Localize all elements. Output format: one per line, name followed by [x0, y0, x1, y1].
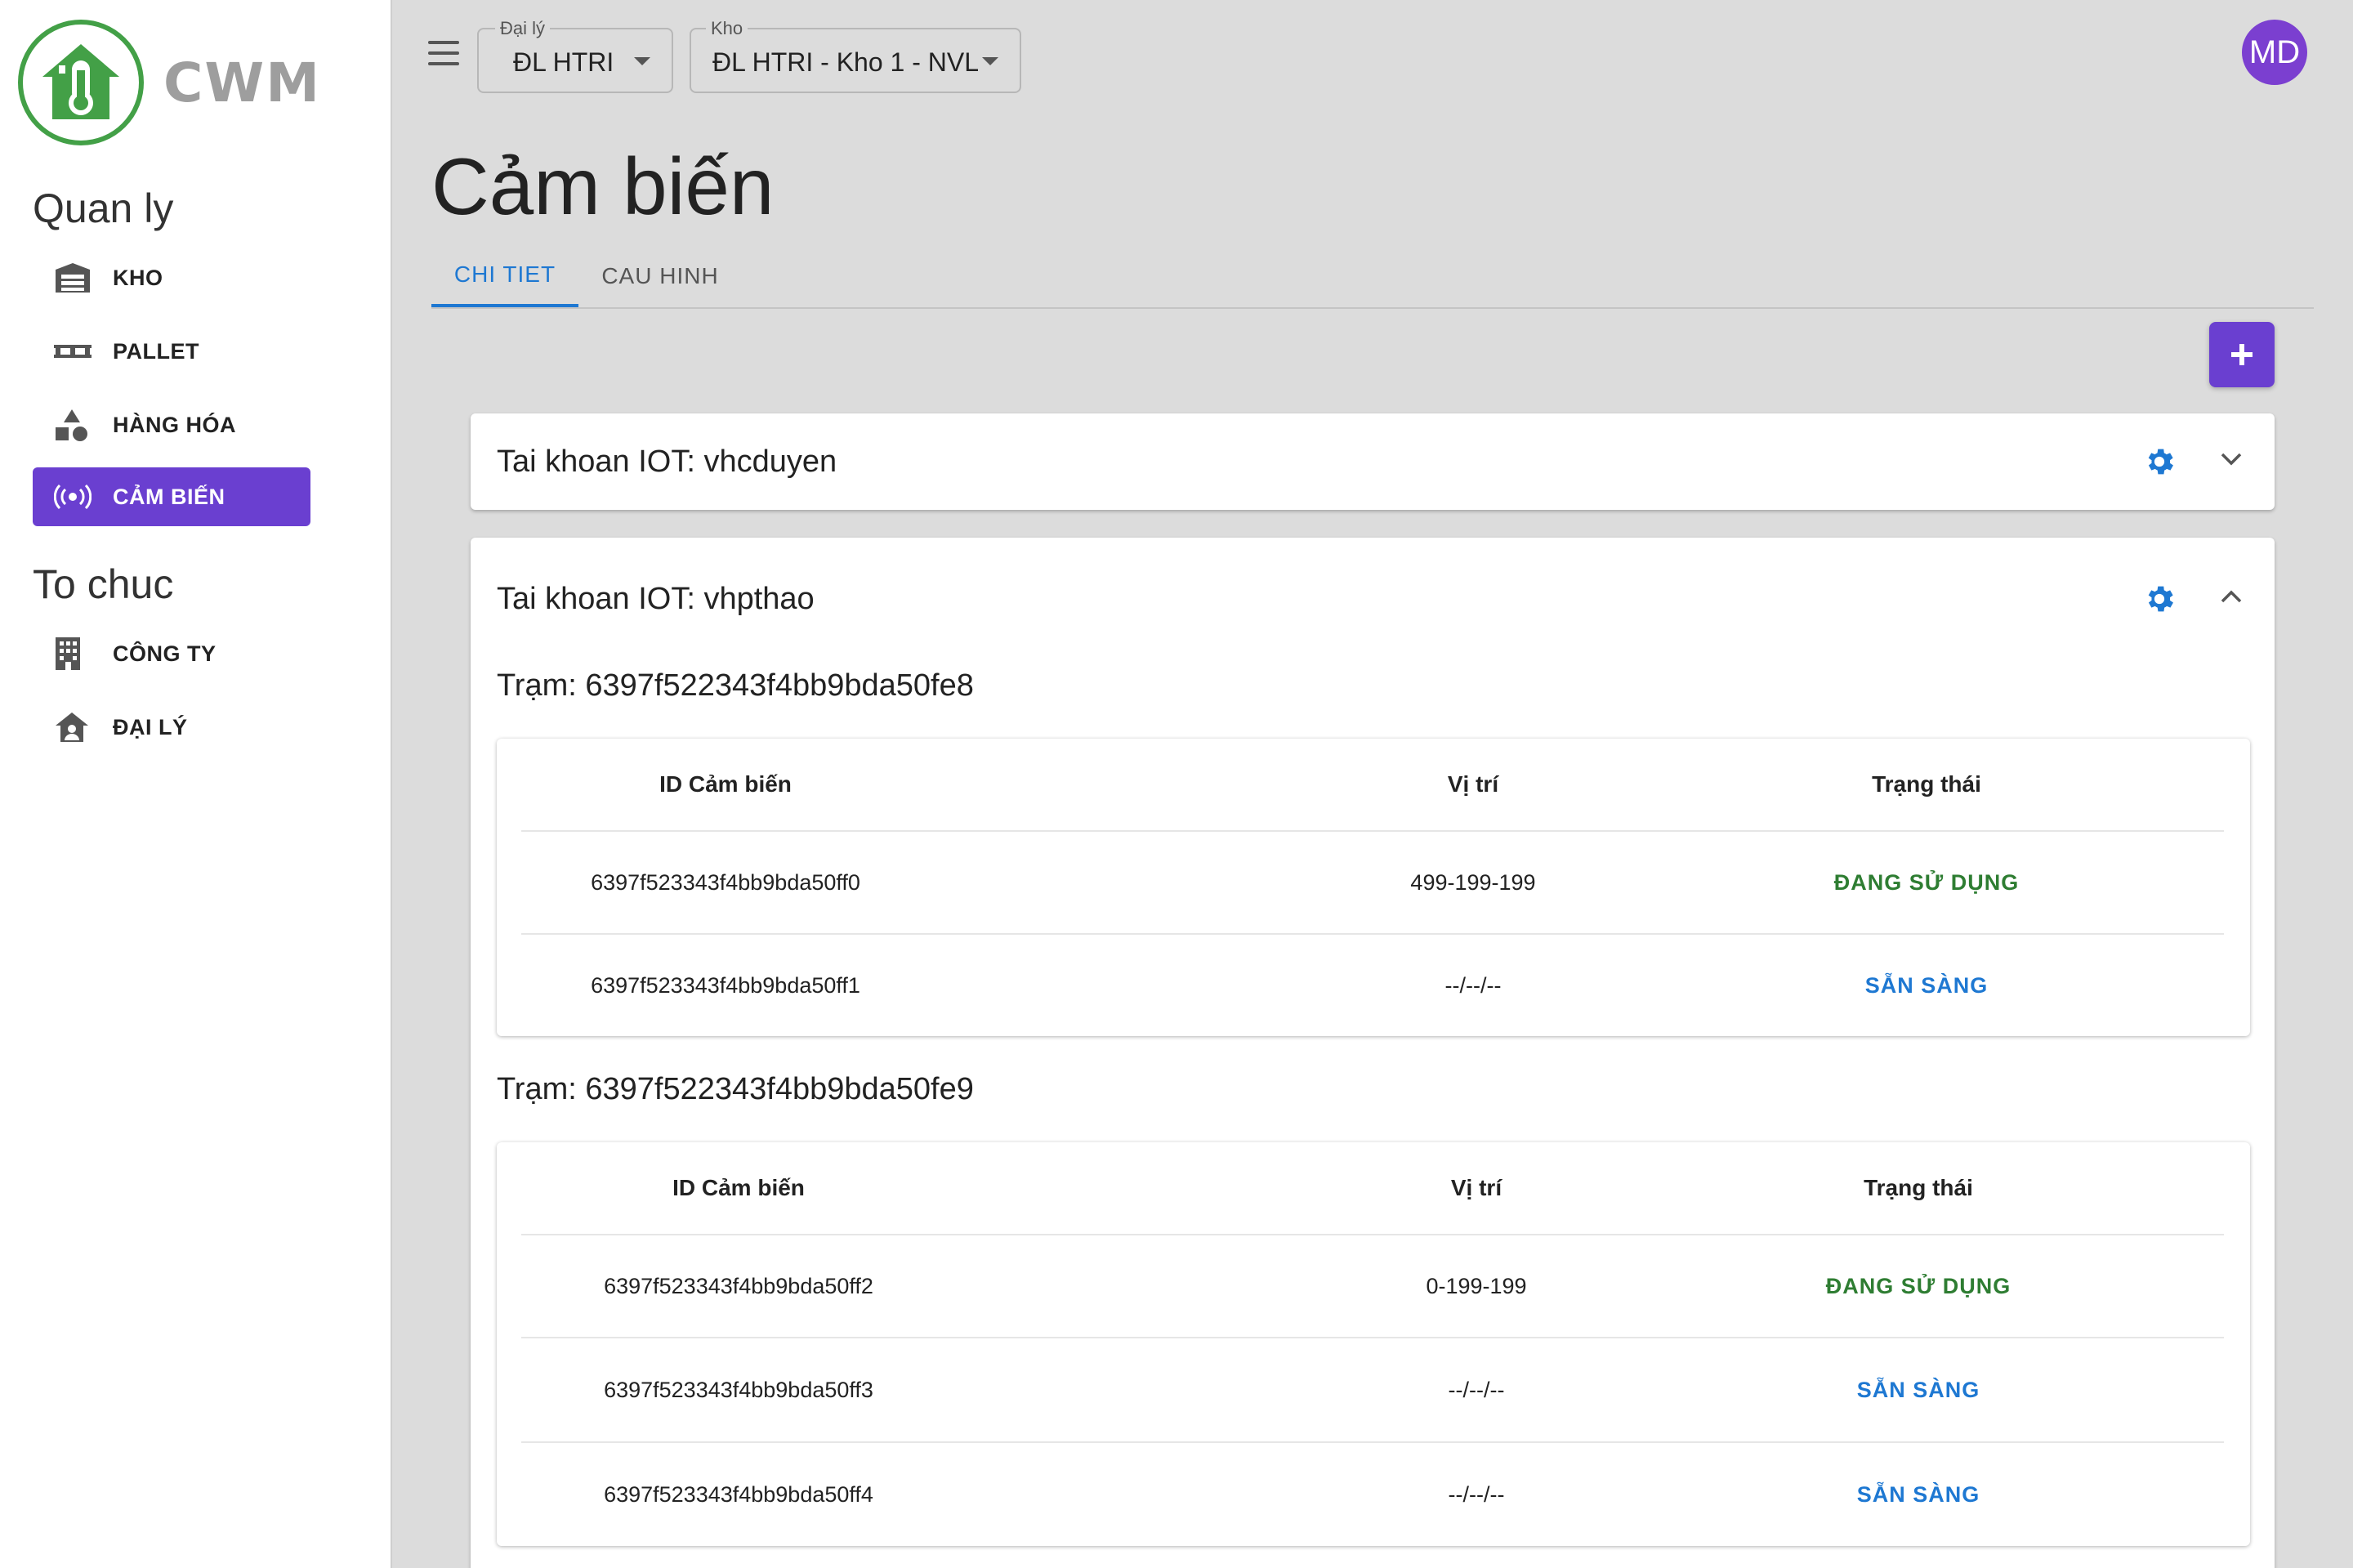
sensor-id: 6397f523343f4bb9bda50ff4: [604, 1481, 873, 1507]
warehouse-icon: [54, 261, 103, 294]
sidebar-item-kho[interactable]: KHO: [33, 248, 310, 307]
account-panel-header[interactable]: Tai khoan IOT: vhpthao: [471, 538, 2275, 660]
chevron-down-icon[interactable]: [2219, 451, 2244, 471]
chevron-up-icon[interactable]: [2219, 588, 2244, 609]
pallet-icon: [54, 343, 103, 360]
sensor-location: --/--/--: [1444, 972, 1502, 998]
sensor-id: 6397f523343f4bb9bda50ff3: [604, 1377, 873, 1402]
store-icon: [54, 711, 103, 744]
column-header: ID Cảm biến: [672, 1175, 805, 1200]
section-title-org: To chuc: [33, 561, 174, 607]
menu-toggle-icon[interactable]: [428, 41, 459, 65]
gear-icon[interactable]: [2142, 444, 2177, 483]
sensor-icon: [54, 485, 103, 509]
building-icon: [54, 636, 103, 672]
gear-icon[interactable]: [2142, 582, 2177, 620]
status-badge: SẴN SÀNG: [1856, 1481, 1980, 1507]
table-row[interactable]: 6397f523343f4bb9bda50ff3 --/--/-- SẴN SÀ…: [521, 1338, 2224, 1443]
sidebar-item-cam-bien[interactable]: CẢM BIẾN: [33, 467, 310, 526]
sensor-id: 6397f523343f4bb9bda50ff0: [591, 869, 860, 895]
account-panel-header[interactable]: Tai khoan IOT: vhcduyen: [471, 413, 2275, 510]
sensor-table: ID Cảm biến Vị trí Trạng thái 6397f52334…: [497, 1142, 2250, 1546]
page-title: Cảm biến: [431, 141, 775, 231]
sidebar-item-hang-hoa[interactable]: HÀNG HÓA: [33, 395, 310, 454]
sensor-id: 6397f523343f4bb9bda50ff1: [591, 972, 860, 998]
avatar[interactable]: MD: [2242, 20, 2307, 85]
table-row[interactable]: 6397f523343f4bb9bda50ff2 0-199-199 ĐANG …: [521, 1235, 2224, 1338]
sidebar-item-pallet[interactable]: PALLET: [33, 322, 310, 381]
table-header-row: ID Cảm biến Vị trí Trạng thái: [521, 1142, 2224, 1235]
station-title: Trạm: 6397f522343f4bb9bda50fe8: [497, 668, 974, 703]
column-header: ID Cảm biến: [659, 771, 792, 797]
sensor-id: 6397f523343f4bb9bda50ff2: [604, 1273, 873, 1298]
status-badge: ĐANG SỬ DỤNG: [1825, 1273, 2011, 1298]
caret-down-icon: [634, 57, 650, 65]
table-row[interactable]: 6397f523343f4bb9bda50ff4 --/--/-- SẴN SÀ…: [521, 1443, 2224, 1546]
warehouse-select-label: Kho: [706, 18, 748, 39]
dealer-select-value: ĐL HTRI: [513, 47, 614, 77]
plus-icon: [2231, 344, 2253, 365]
shapes-icon: [54, 408, 103, 442]
account-title: Tai khoan IOT: vhcduyen: [497, 444, 837, 479]
column-header: Vị trí: [1450, 1175, 1502, 1200]
table-row[interactable]: 6397f523343f4bb9bda50ff0 499-199-199 ĐAN…: [521, 832, 2224, 935]
status-badge: ĐANG SỬ DỤNG: [1833, 869, 2020, 895]
sidebar-item-label: CẢM BIẾN: [113, 484, 225, 509]
warehouse-select-value: ĐL HTRI - Kho 1 - NVL: [712, 47, 980, 77]
account-title: Tai khoan IOT: vhpthao: [497, 581, 815, 616]
sidebar: CWM Quan ly KHO PALLET HÀNG HÓA CẢM BIẾN…: [0, 0, 392, 1568]
sidebar-item-label: HÀNG HÓA: [113, 412, 236, 437]
dealer-select-label: Đại lý: [495, 18, 551, 39]
sensor-location: --/--/--: [1448, 1377, 1505, 1402]
tab-cau-hinh[interactable]: CAU HINH: [578, 245, 742, 307]
status-badge: SẴN SÀNG: [1864, 972, 1989, 998]
account-panel: Tai khoan IOT: vhcduyen: [471, 413, 2275, 510]
warehouse-select[interactable]: Kho ĐL HTRI - Kho 1 - NVL: [690, 18, 1021, 93]
add-button[interactable]: [2209, 322, 2275, 387]
dealer-select[interactable]: Đại lý ĐL HTRI: [477, 18, 673, 93]
sidebar-item-label: CÔNG TY: [113, 641, 217, 666]
column-header: Trạng thái: [1872, 771, 1981, 797]
sidebar-item-label: ĐẠI LÝ: [113, 714, 188, 739]
section-title-manage: Quan ly: [33, 185, 174, 231]
status-badge: SẴN SÀNG: [1856, 1377, 1980, 1402]
app-logo[interactable]: CWM: [18, 20, 321, 145]
station-title: Trạm: 6397f522343f4bb9bda50fe9: [497, 1072, 974, 1106]
sidebar-item-cong-ty[interactable]: CÔNG TY: [33, 624, 310, 683]
tab-chi-tiet[interactable]: CHI TIET: [431, 245, 578, 307]
app-name: CWM: [163, 51, 321, 114]
sensor-location: 0-199-199: [1426, 1273, 1527, 1298]
sidebar-item-label: PALLET: [113, 338, 199, 364]
sensor-table: ID Cảm biến Vị trí Trạng thái 6397f52334…: [497, 739, 2250, 1036]
column-header: Trạng thái: [1864, 1175, 1973, 1200]
sidebar-item-dai-ly[interactable]: ĐẠI LÝ: [33, 698, 310, 757]
tab-bar: CHI TIET CAU HINH: [431, 245, 2314, 309]
column-header: Vị trí: [1447, 771, 1499, 797]
sensor-location: 499-199-199: [1410, 869, 1536, 895]
caret-down-icon: [982, 57, 998, 65]
sensor-location: --/--/--: [1448, 1481, 1505, 1507]
thermometer-house-icon: [18, 20, 144, 145]
table-header-row: ID Cảm biến Vị trí Trạng thái: [521, 739, 2224, 832]
account-panel: Tai khoan IOT: vhpthao Trạm: 6397f522343…: [471, 538, 2275, 1568]
sidebar-item-label: KHO: [113, 265, 163, 290]
table-row[interactable]: 6397f523343f4bb9bda50ff1 --/--/-- SẴN SÀ…: [521, 935, 2224, 1036]
